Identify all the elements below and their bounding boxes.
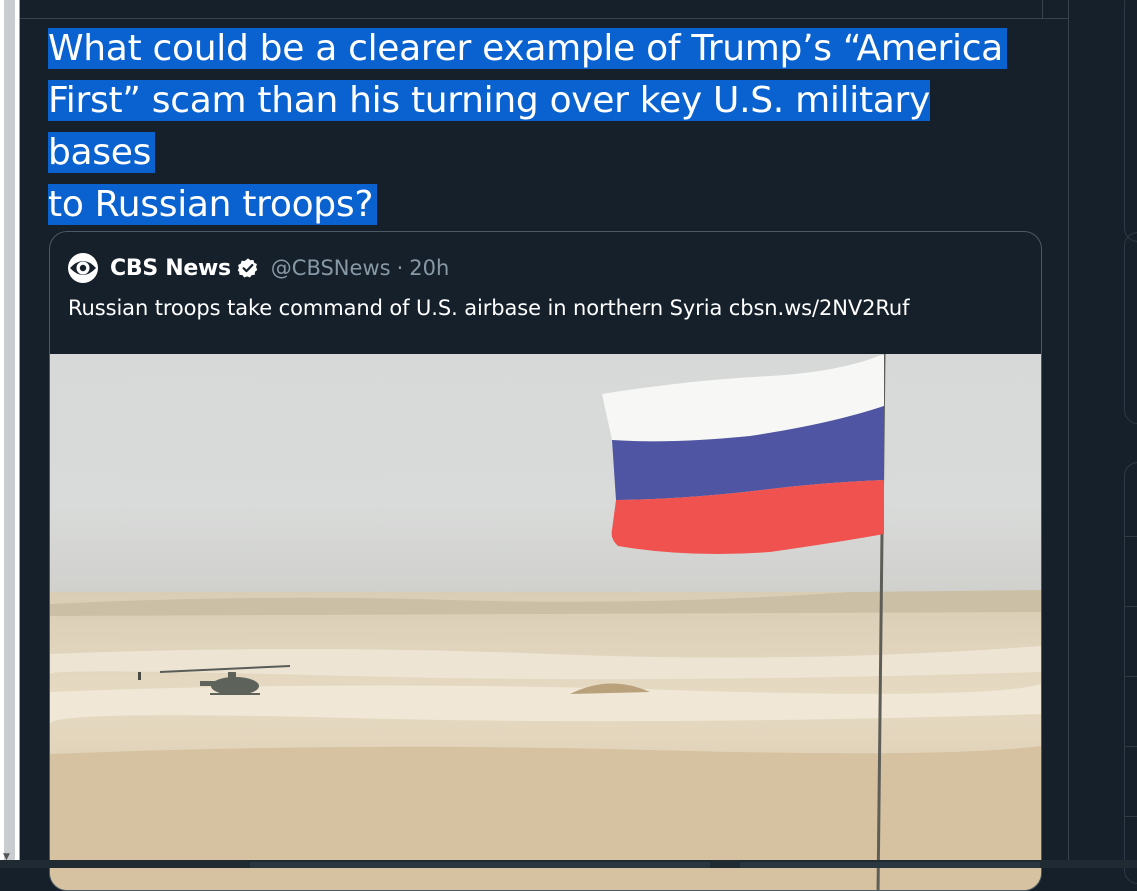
divider	[1125, 536, 1137, 537]
tweet-text-line: to Russian troops?	[48, 184, 378, 225]
window-scrollbar[interactable]: ▼	[0, 0, 20, 868]
divider	[1125, 816, 1137, 817]
timeline-column: What could be a clearer example of Trump…	[20, 0, 1069, 891]
divider	[1125, 606, 1137, 607]
verified-badge-icon	[237, 257, 259, 279]
divider	[20, 18, 1068, 19]
cbs-eye-logo-icon[interactable]	[68, 253, 98, 283]
tweet-text-line: What could be a clearer example of Trump…	[48, 28, 1007, 69]
sidebar-panel	[1124, 0, 1137, 242]
author-name[interactable]: CBS News	[110, 256, 231, 281]
scrollbar-thumb[interactable]	[740, 862, 1040, 868]
divider	[1125, 746, 1137, 747]
divider	[1042, 0, 1043, 18]
scrollbar-thumb[interactable]	[4, 0, 15, 860]
tweet-text: What could be a clearer example of Trump…	[48, 23, 1048, 231]
bottom-scrollbar[interactable]	[0, 860, 1137, 868]
sidebar-panel	[1124, 232, 1137, 424]
sidebar-panel	[1124, 462, 1137, 884]
quoted-tweet-image[interactable]	[50, 354, 1041, 890]
tweet-text-line: First” scam than his turning over key U.…	[48, 80, 931, 173]
separator-dot: ·	[396, 256, 404, 280]
right-sidebar	[1069, 0, 1137, 884]
scrollbar-thumb[interactable]	[250, 862, 710, 868]
quoted-tweet-text: Russian troops take command of U.S. airb…	[68, 296, 910, 320]
tweet-timestamp[interactable]: 20h	[409, 256, 449, 280]
quoted-tweet-header: CBS News @CBSNews · 20h	[68, 252, 449, 284]
quoted-tweet-card[interactable]: CBS News @CBSNews · 20h Russian troops t…	[49, 231, 1042, 891]
divider	[1125, 676, 1137, 677]
author-handle[interactable]: @CBSNews	[271, 256, 391, 280]
